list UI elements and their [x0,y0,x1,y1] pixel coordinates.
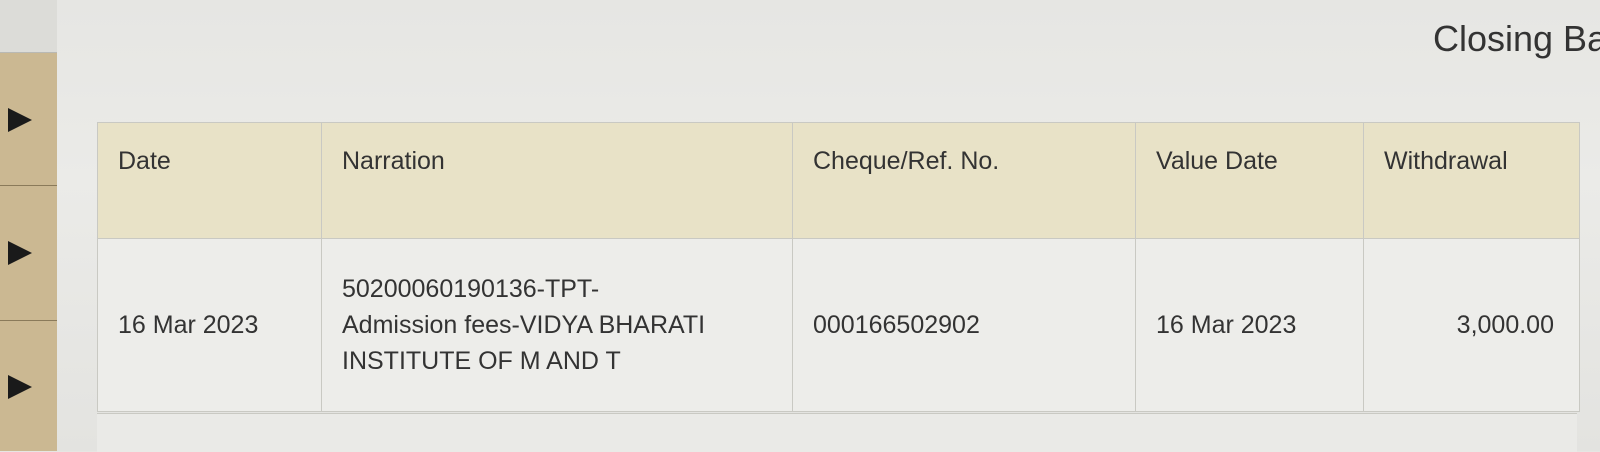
expand-arrow-icon[interactable] [8,241,32,265]
sidebar-divider [0,320,57,321]
column-header-date: Date [97,122,322,239]
sidebar-top-panel [0,0,57,53]
column-header-withdrawal: Withdrawal [1363,122,1580,239]
table-row[interactable]: 16 Mar 2023 50200060190136-TPT- Admissio… [97,238,1580,412]
narration-line: Admission fees-VIDYA BHARATI [342,311,706,339]
cell-narration: 50200060190136-TPT- Admission fees-VIDYA… [321,238,793,412]
cell-withdrawal: 3,000.00 [1363,238,1580,412]
cell-date: 16 Mar 2023 [97,238,322,412]
transactions-table: Date Narration Cheque/Ref. No. Value Dat… [97,122,1580,412]
cell-ref: 000166502902 [792,238,1136,412]
narration-line: 50200060190136-TPT- [342,275,600,303]
next-table-row[interactable] [97,413,1577,452]
sidebar-divider [0,185,57,186]
closing-balance-label: Closing Ba [1433,18,1600,59]
column-header-narration: Narration [321,122,793,239]
expand-arrow-icon[interactable] [8,375,32,399]
cell-value-date: 16 Mar 2023 [1135,238,1364,412]
column-header-value-date: Value Date [1135,122,1364,239]
column-header-ref: Cheque/Ref. No. [792,122,1136,239]
left-sidebar [0,0,57,451]
narration-line: INSTITUTE OF M AND T [342,347,621,375]
expand-arrow-icon[interactable] [8,108,32,132]
table-header-row: Date Narration Cheque/Ref. No. Value Dat… [97,122,1580,239]
